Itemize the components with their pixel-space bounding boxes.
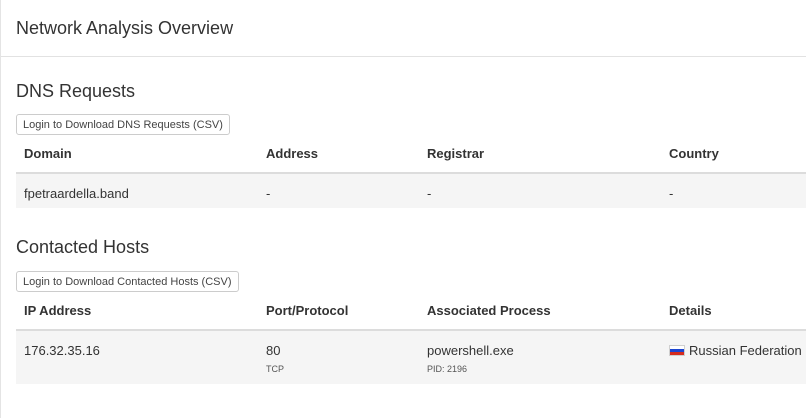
associated-process-cell: powershell.exe PID: 2196 bbox=[427, 343, 514, 374]
column-header-associated-process: Associated Process bbox=[427, 303, 551, 318]
port-value: 80 bbox=[266, 343, 281, 358]
ip-address-cell: 176.32.35.16 bbox=[24, 343, 100, 358]
page-title: Network Analysis Overview bbox=[16, 17, 234, 38]
dns-requests-table: Domain Address Registrar Country fpetraa… bbox=[16, 136, 806, 208]
column-header-country: Country bbox=[669, 146, 719, 161]
table-header: Domain Address Registrar Country bbox=[16, 136, 806, 174]
port-protocol-cell: 80 TCP bbox=[266, 343, 284, 374]
details-cell: Russian Federation bbox=[669, 343, 802, 358]
russia-flag-icon bbox=[669, 345, 685, 356]
country-name: Russian Federation bbox=[689, 343, 802, 358]
process-name: powershell.exe bbox=[427, 343, 514, 358]
registrar-cell: - bbox=[427, 186, 432, 201]
domain-cell: fpetraardella.band bbox=[24, 186, 129, 201]
process-pid: PID: 2196 bbox=[427, 364, 468, 374]
network-analysis-panel: Network Analysis Overview DNS Requests L… bbox=[0, 0, 806, 418]
panel-header: Network Analysis Overview bbox=[1, 0, 806, 57]
country-cell: - bbox=[669, 186, 674, 201]
contacted-hosts-title: Contacted Hosts bbox=[16, 237, 150, 257]
contacted-hosts-table: IP Address Port/Protocol Associated Proc… bbox=[16, 293, 806, 384]
column-header-registrar: Registrar bbox=[427, 146, 485, 161]
download-dns-csv-button[interactable]: Login to Download DNS Requests (CSV) bbox=[16, 114, 230, 135]
dns-requests-title: DNS Requests bbox=[16, 81, 136, 101]
table-row: fpetraardella.band - - - bbox=[16, 174, 806, 208]
table-header: IP Address Port/Protocol Associated Proc… bbox=[16, 293, 806, 331]
column-header-ip-address: IP Address bbox=[24, 303, 92, 318]
protocol-value: TCP bbox=[266, 364, 284, 374]
download-contacted-hosts-csv-button[interactable]: Login to Download Contacted Hosts (CSV) bbox=[16, 271, 239, 292]
column-header-domain: Domain bbox=[24, 146, 72, 161]
column-header-port-protocol: Port/Protocol bbox=[266, 303, 349, 318]
address-cell: - bbox=[266, 186, 271, 201]
column-header-address: Address bbox=[266, 146, 319, 161]
column-header-details: Details bbox=[669, 303, 712, 318]
table-row: 176.32.35.16 80 TCP powershell.exe PID: … bbox=[16, 331, 806, 384]
